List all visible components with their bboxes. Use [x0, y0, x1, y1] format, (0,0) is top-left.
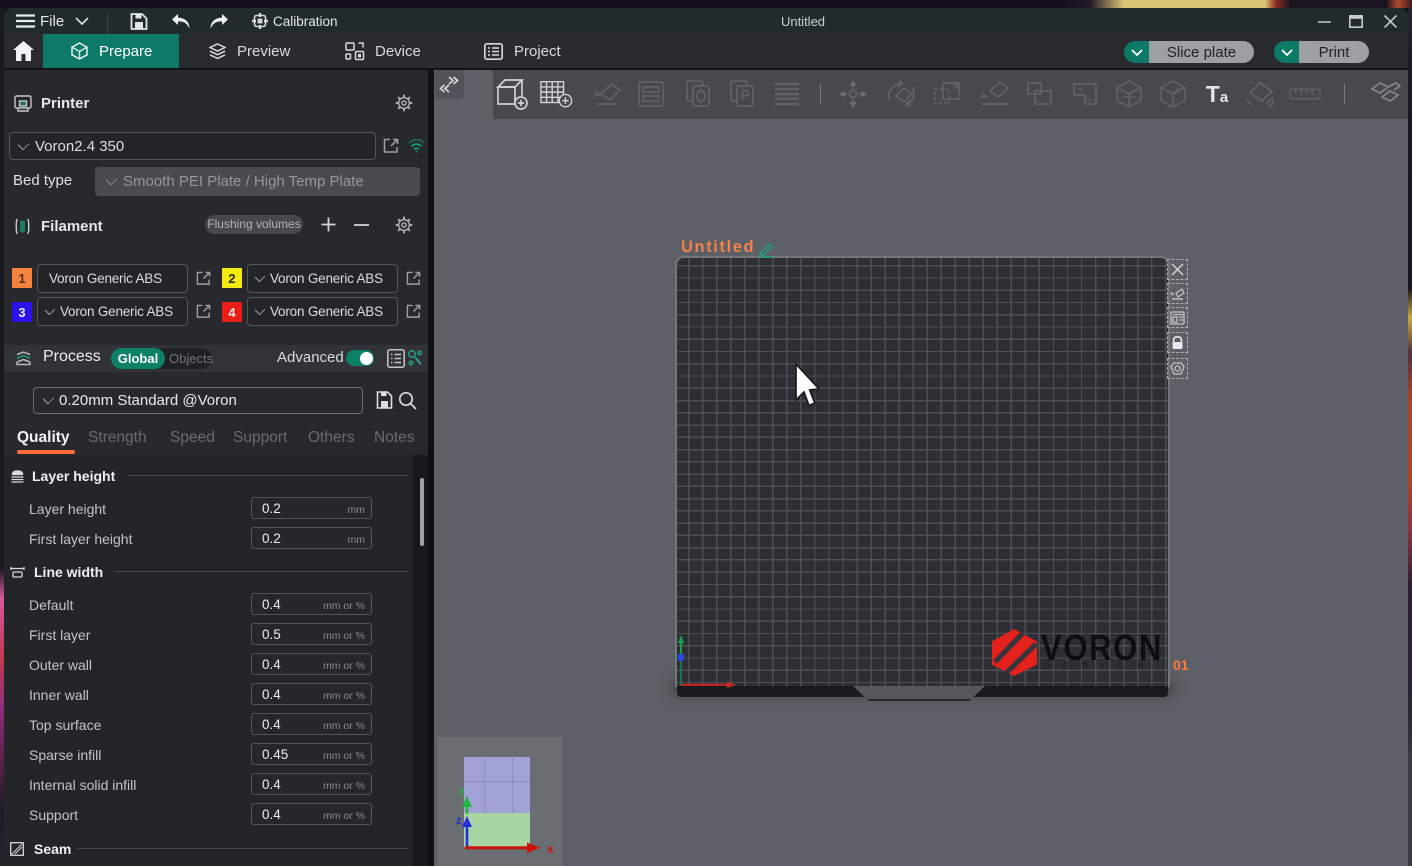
svg-text:DESIGN: DESIGN	[1043, 662, 1157, 671]
svg-text:y: y	[459, 786, 465, 797]
svg-text:x: x	[547, 842, 554, 856]
svg-text:z: z	[456, 815, 462, 827]
